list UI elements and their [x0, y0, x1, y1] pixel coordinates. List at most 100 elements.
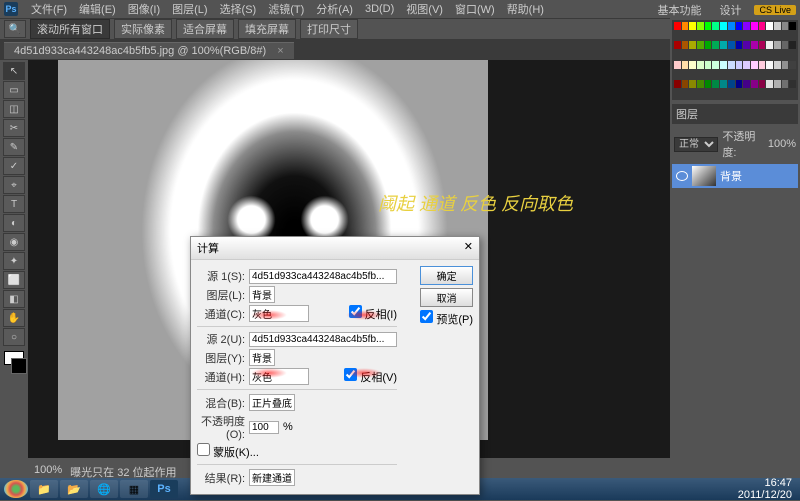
blending-select[interactable]: 正片叠底	[249, 394, 295, 411]
tool-13[interactable]: ✋	[3, 309, 25, 327]
swatch[interactable]	[789, 61, 796, 69]
swatch[interactable]	[705, 80, 712, 88]
tool-14[interactable]: ○	[3, 328, 25, 346]
tool-6[interactable]: ⌖	[3, 176, 25, 194]
swatch[interactable]	[697, 80, 704, 88]
tool-1[interactable]: ▭	[3, 81, 25, 99]
swatch[interactable]	[697, 22, 704, 30]
preview-checkbox[interactable]: 预览(P)	[420, 310, 473, 327]
ok-button[interactable]: 确定	[420, 266, 473, 285]
foreground-background-swatch[interactable]	[4, 351, 24, 365]
fit-screen-button[interactable]: 适合屏幕	[176, 19, 234, 39]
start-button[interactable]	[4, 480, 28, 498]
taskbar-app-icon[interactable]: ▦	[120, 480, 148, 498]
dialog-close-icon[interactable]: ✕	[464, 240, 473, 256]
tool-0[interactable]: ↖	[3, 62, 25, 80]
swatch[interactable]	[782, 41, 789, 49]
tool-5[interactable]: ✓	[3, 157, 25, 175]
channel2-select[interactable]: 灰色	[249, 368, 309, 385]
invert1-checkbox[interactable]: 反相(I)	[349, 305, 397, 322]
swatch[interactable]	[697, 41, 704, 49]
swatch[interactable]	[674, 22, 681, 30]
swatch[interactable]	[759, 22, 766, 30]
swatch[interactable]	[720, 41, 727, 49]
swatch[interactable]	[689, 22, 696, 30]
swatch[interactable]	[736, 41, 743, 49]
result-select[interactable]: 新建通道	[249, 469, 295, 486]
swatch[interactable]	[728, 61, 735, 69]
document-tab[interactable]: 4d51d933ca443248ac4b5fb5.jpg @ 100%(RGB/…	[4, 42, 294, 59]
swatch[interactable]	[782, 22, 789, 30]
menu-edit[interactable]: 编辑(E)	[74, 1, 121, 17]
menu-select[interactable]: 选择(S)	[215, 1, 262, 17]
swatch[interactable]	[720, 80, 727, 88]
swatch[interactable]	[682, 80, 689, 88]
print-size-button[interactable]: 打印尺寸	[300, 19, 358, 39]
swatch[interactable]	[736, 80, 743, 88]
swatch[interactable]	[728, 22, 735, 30]
cslive-button[interactable]: CS Live	[754, 5, 796, 15]
layer2-select[interactable]: 背景	[249, 349, 275, 366]
opacity-input[interactable]	[249, 421, 279, 434]
swatches-panel[interactable]	[672, 20, 798, 100]
workspace-basic[interactable]: 基本功能	[652, 2, 706, 18]
scroll-all-dropdown[interactable]: 滚动所有窗口	[30, 19, 110, 39]
source2-select[interactable]: 4d51d933ca443248ac4b5fb...	[249, 332, 397, 347]
cancel-button[interactable]: 取消	[420, 288, 473, 307]
swatch[interactable]	[759, 61, 766, 69]
swatch[interactable]	[682, 61, 689, 69]
swatch[interactable]	[743, 80, 750, 88]
swatch[interactable]	[705, 41, 712, 49]
tool-2[interactable]: ◫	[3, 100, 25, 118]
swatch[interactable]	[705, 22, 712, 30]
tool-7[interactable]: T	[3, 195, 25, 213]
tool-9[interactable]: ◉	[3, 233, 25, 251]
tool-8[interactable]: ◐	[3, 214, 25, 232]
taskbar-ie-icon[interactable]: 🌐	[90, 480, 118, 498]
mask-checkbox[interactable]: 蒙版(K)...	[197, 443, 259, 460]
menu-file[interactable]: 文件(F)	[26, 1, 72, 17]
swatch[interactable]	[766, 22, 773, 30]
swatch[interactable]	[705, 61, 712, 69]
tool-4[interactable]: ✎	[3, 138, 25, 156]
swatch[interactable]	[774, 80, 781, 88]
blend-mode-select[interactable]: 正常	[674, 137, 718, 152]
swatch[interactable]	[712, 80, 719, 88]
swatch[interactable]	[751, 80, 758, 88]
menu-help[interactable]: 帮助(H)	[502, 1, 549, 17]
swatch[interactable]	[789, 22, 796, 30]
swatch[interactable]	[766, 41, 773, 49]
invert2-checkbox[interactable]: 反相(V)	[344, 368, 397, 385]
actual-pixels-button[interactable]: 实际像素	[114, 19, 172, 39]
swatch[interactable]	[789, 41, 796, 49]
swatch[interactable]	[689, 41, 696, 49]
menu-image[interactable]: 图像(I)	[123, 1, 165, 17]
menu-3d[interactable]: 3D(D)	[360, 3, 399, 15]
swatch[interactable]	[689, 61, 696, 69]
tool-3[interactable]: ✂	[3, 119, 25, 137]
system-clock[interactable]: 16:472011/12/20	[738, 477, 796, 501]
tool-11[interactable]: ⬜	[3, 271, 25, 289]
fill-screen-button[interactable]: 填充屏幕	[238, 19, 296, 39]
taskbar-explorer-icon[interactable]: 📁	[30, 480, 58, 498]
swatch[interactable]	[751, 41, 758, 49]
swatch[interactable]	[766, 80, 773, 88]
menu-window[interactable]: 窗口(W)	[450, 1, 500, 17]
source1-select[interactable]: 4d51d933ca443248ac4b5fb...	[249, 269, 397, 284]
close-icon[interactable]: ×	[277, 45, 283, 57]
layer-row-background[interactable]: 背景	[672, 164, 798, 188]
swatch[interactable]	[759, 80, 766, 88]
swatch[interactable]	[751, 22, 758, 30]
menu-view[interactable]: 视图(V)	[401, 1, 448, 17]
swatch[interactable]	[743, 61, 750, 69]
swatch[interactable]	[782, 61, 789, 69]
swatch[interactable]	[674, 80, 681, 88]
swatch[interactable]	[774, 61, 781, 69]
swatch[interactable]	[728, 80, 735, 88]
visibility-icon[interactable]	[676, 171, 688, 181]
tool-12[interactable]: ◧	[3, 290, 25, 308]
swatch[interactable]	[682, 41, 689, 49]
opacity-value[interactable]: 100%	[768, 138, 796, 150]
swatch[interactable]	[743, 41, 750, 49]
swatch[interactable]	[736, 22, 743, 30]
